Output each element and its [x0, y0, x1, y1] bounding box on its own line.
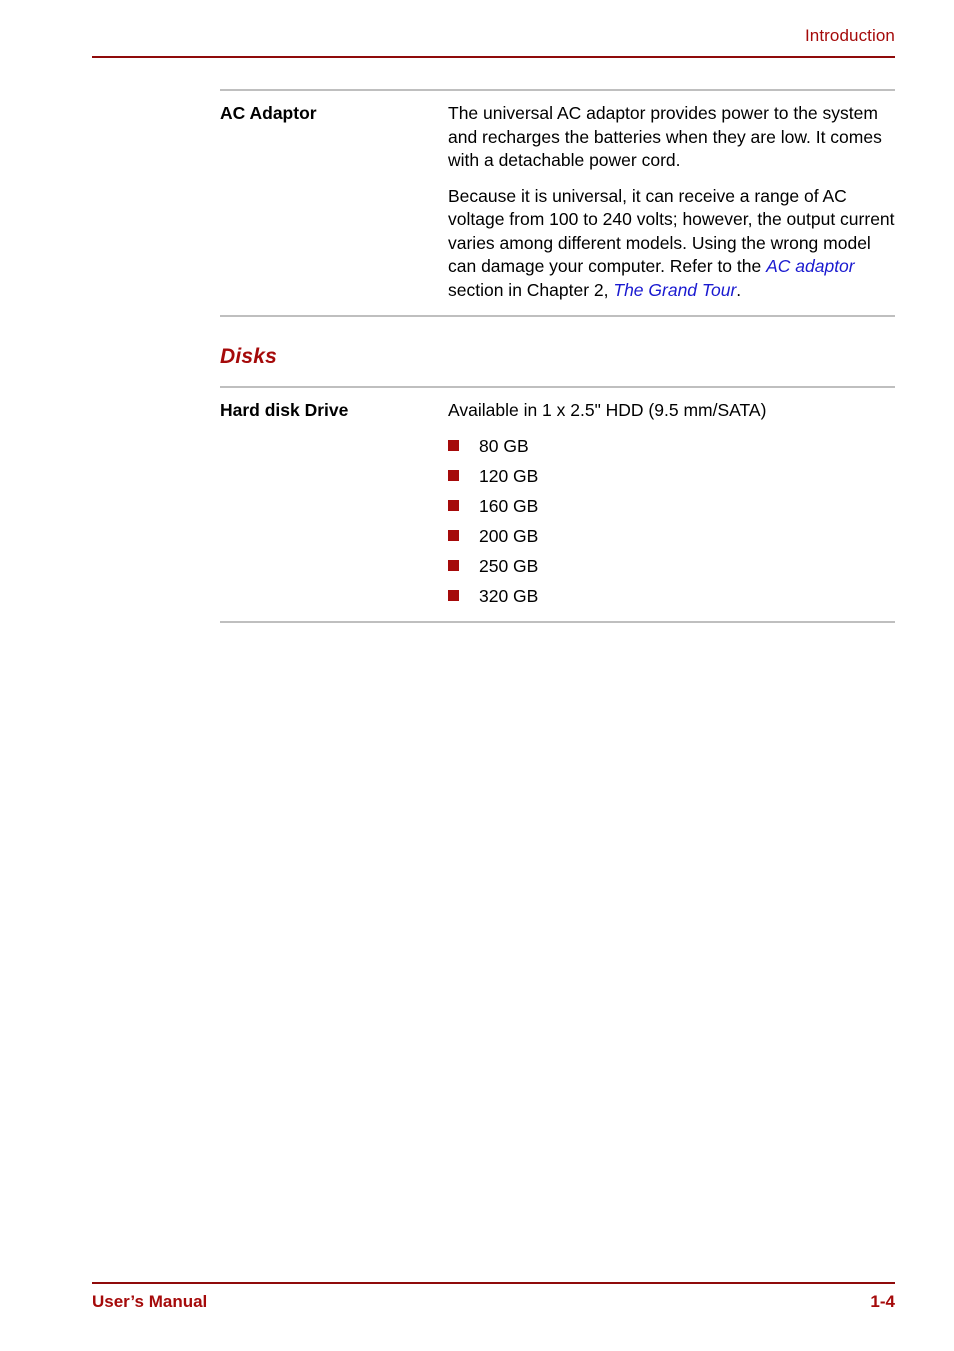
list-item: 200 GB — [448, 525, 895, 548]
capacity-label: 320 GB — [479, 585, 539, 606]
list-item: 80 GB — [448, 435, 895, 458]
capacity-label: 200 GB — [479, 525, 539, 546]
ac-adaptor-p2-text-2: section in Chapter 2, — [448, 279, 614, 300]
list-item: 250 GB — [448, 555, 895, 578]
ac-adaptor-paragraph-2: Because it is universal, it can receive … — [448, 185, 895, 303]
ac-adaptor-paragraph-1: The universal AC adaptor provides power … — [448, 102, 895, 173]
row-bottom-rule — [220, 315, 895, 317]
capacity-label: 250 GB — [479, 555, 539, 576]
square-bullet-icon — [448, 469, 459, 481]
capacity-label: 160 GB — [479, 495, 539, 516]
page-header: Introduction — [92, 26, 895, 60]
footer-manual-label: User’s Manual — [92, 1292, 208, 1311]
square-bullet-icon — [448, 559, 459, 571]
spec-row-ac-adaptor: AC Adaptor The universal AC adaptor prov… — [220, 91, 895, 315]
spec-term-hard-disk-drive: Hard disk Drive — [220, 400, 349, 420]
square-bullet-icon — [448, 589, 459, 601]
spec-table: AC Adaptor The universal AC adaptor prov… — [220, 89, 895, 623]
list-item: 160 GB — [448, 495, 895, 518]
capacity-label: 120 GB — [479, 465, 539, 486]
square-bullet-icon — [448, 529, 459, 541]
square-bullet-icon — [448, 499, 459, 511]
list-item: 320 GB — [448, 585, 895, 608]
spec-definition-ac-adaptor: The universal AC adaptor provides power … — [448, 102, 895, 302]
footer-page-number: 1-4 — [870, 1292, 895, 1311]
page-footer: User’s Manual 1-4 — [92, 1282, 895, 1322]
capacity-label: 80 GB — [479, 435, 529, 456]
document-page: Introduction AC Adaptor The universal AC… — [0, 0, 954, 1351]
header-chapter-title: Introduction — [804, 26, 895, 45]
ac-adaptor-p2-text-3: . — [736, 279, 742, 300]
hard-disk-capacity-list: 80 GB 120 GB 160 GB 200 GB 250 GB 320 GB — [448, 435, 895, 608]
section-heading-disks: Disks — [220, 345, 278, 368]
cross-reference-ac-adaptor[interactable]: AC adaptor — [766, 256, 855, 276]
hard-disk-drive-intro: Available in 1 x 2.5" HDD (9.5 mm/SATA) — [448, 400, 767, 420]
list-item: 120 GB — [448, 465, 895, 488]
square-bullet-icon — [448, 439, 459, 451]
spec-row-hard-disk-drive: Hard disk Drive Available in 1 x 2.5" HD… — [220, 388, 895, 621]
disks-row-bottom-rule — [220, 620, 895, 623]
cross-reference-the-grand-tour[interactable]: The Grand Tour — [613, 280, 736, 300]
ac-adaptor-p1-text: The universal AC adaptor provides power … — [448, 103, 882, 170]
footer-divider-rule — [92, 1282, 895, 1284]
spec-definition-hard-disk-drive: Available in 1 x 2.5" HDD (9.5 mm/SATA) … — [448, 399, 895, 608]
header-divider-rule — [92, 56, 895, 58]
spec-term-ac-adaptor: AC Adaptor — [220, 103, 317, 123]
